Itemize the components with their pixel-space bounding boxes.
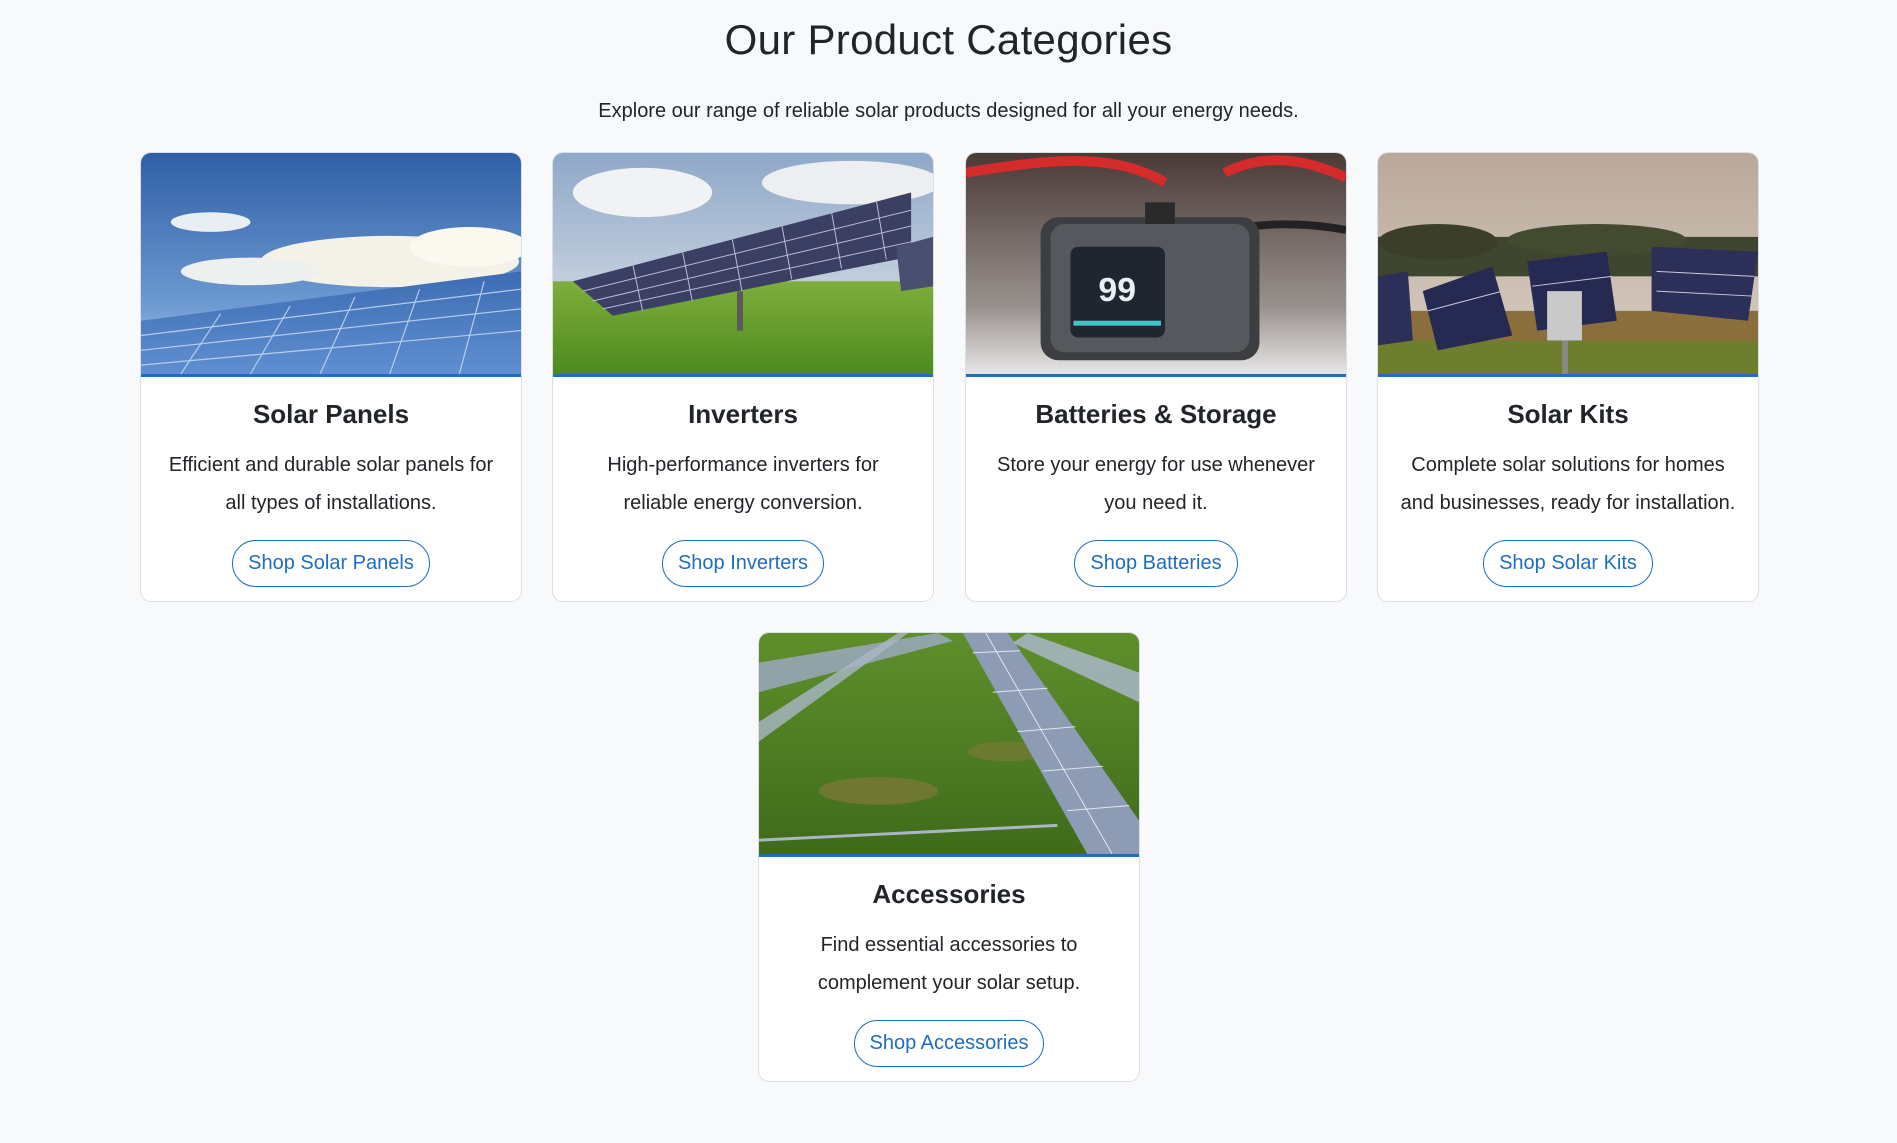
card-title: Solar Panels: [252, 399, 410, 429]
shop-batteries-button[interactable]: Shop Batteries: [1074, 540, 1238, 587]
accessories-image: [759, 633, 1139, 857]
section-title: Our Product Categories: [724, 16, 1173, 63]
card-title: Inverters: [688, 399, 798, 429]
card-description: High-performance inverters for reliable …: [607, 454, 879, 514]
category-card-solar-panels: Solar Panels Efficient and durable solar…: [140, 152, 522, 602]
solar-kits-image: [1378, 153, 1758, 377]
product-categories-page: Our Product Categories Explore our range…: [0, 0, 1897, 1143]
card-description: Find essential accessories to complement…: [817, 934, 1081, 994]
shop-solar-kits-button[interactable]: Shop Solar Kits: [1483, 540, 1653, 587]
category-card-solar-kits: Solar Kits Complete solar solutions for …: [1377, 152, 1759, 602]
solar-panels-image: [141, 153, 521, 377]
battery-display-text: 99: [1098, 272, 1136, 309]
shop-inverters-button[interactable]: Shop Inverters: [661, 540, 825, 587]
category-card-inverters: Inverters High-performance inverters for…: [552, 152, 934, 602]
section-subtitle: Explore our range of reliable solar prod…: [598, 100, 1299, 122]
batteries-image: 99: [966, 153, 1346, 377]
category-card-accessories: Accessories Find essential accessories t…: [758, 632, 1140, 1082]
shop-solar-panels-button[interactable]: Shop Solar Panels: [232, 540, 430, 587]
card-title: Solar Kits: [1507, 399, 1629, 429]
card-description: Efficient and durable solar panels for a…: [168, 454, 494, 514]
card-title: Accessories: [872, 879, 1026, 909]
shop-accessories-button[interactable]: Shop Accessories: [853, 1020, 1045, 1067]
category-card-batteries: 99 Batteries & Storage Store your energy…: [965, 152, 1347, 602]
card-title: Batteries & Storage: [1035, 399, 1277, 429]
inverters-image: [553, 153, 933, 377]
card-description: Complete solar solutions for homes and b…: [1400, 454, 1736, 514]
card-description: Store your energy for use whenever you n…: [997, 454, 1315, 514]
